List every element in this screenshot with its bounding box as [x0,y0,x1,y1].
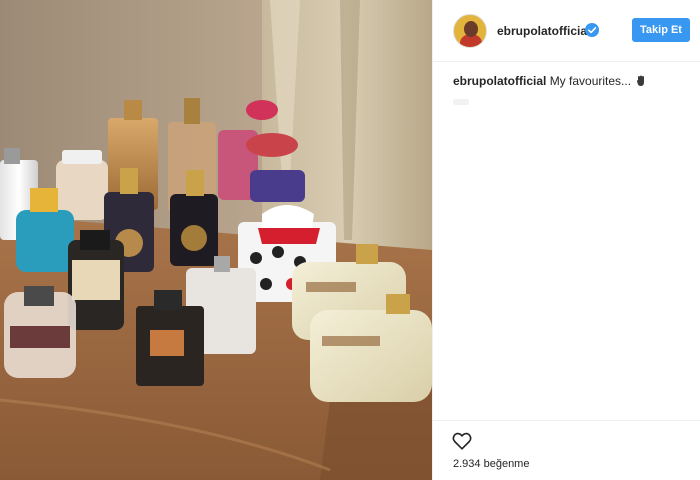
caption-username[interactable]: ebrupolatofficial [453,74,546,88]
caption-text: My favourites... [549,74,632,88]
perfume-photo-illustration [0,0,432,480]
likes-number: 2.934 [453,458,481,470]
avatar[interactable] [453,14,487,48]
likes-word: beğenme [483,458,530,470]
post-side-panel: ebrupolatofficial Takip Et ebrupolatoffi… [432,0,700,480]
post-photo[interactable] [0,0,432,480]
post-actions: 2.934 beğenme [433,420,700,480]
avatar-face [464,21,478,37]
username-link[interactable]: ebrupolatofficial [497,24,590,38]
hand-emoji-icon [637,75,645,86]
follow-button[interactable]: Takip Et [632,18,690,42]
heart-outline-icon[interactable] [451,430,473,452]
post-caption: ebrupolatofficial My favourites... [453,73,693,89]
verified-badge-icon [585,23,599,37]
instagram-post: ebrupolatofficial Takip Et ebrupolatoffi… [0,0,700,480]
caption-placeholder [453,99,469,105]
likes-count[interactable]: 2.934 beğenme [453,458,529,470]
post-header: ebrupolatofficial Takip Et [433,0,700,62]
